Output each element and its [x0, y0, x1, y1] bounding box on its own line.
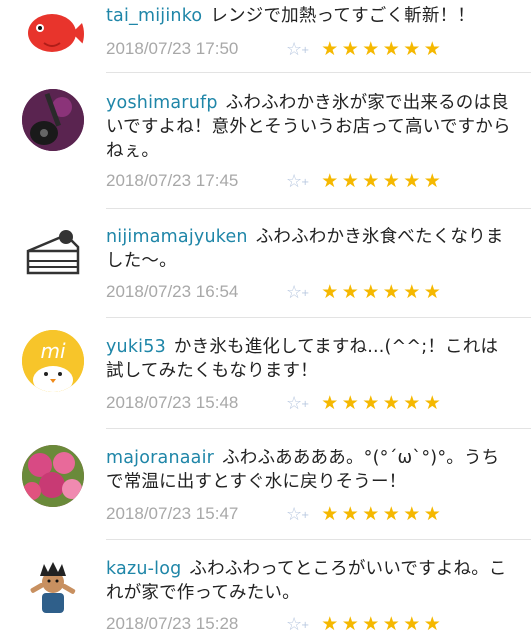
username-link[interactable]: tai_mijinko [106, 6, 202, 26]
star-icon: ★ [341, 392, 359, 414]
comment-text: tai_mijinko レンジで加熱ってすごく斬新！！ [106, 4, 511, 28]
star-icon: ★ [423, 170, 441, 192]
star-icon: ★ [382, 38, 400, 60]
username-link[interactable]: kazu-log [106, 559, 181, 579]
username-link[interactable]: yoshimarufp [106, 93, 218, 113]
mi-chick-avatar[interactable]: mi [22, 330, 84, 392]
star-outline-plus-icon[interactable]: ☆ + [286, 504, 320, 525]
comment-text: yoshimarufp ふわふわかき氷が家で出来るのは良いですよね！意外とそういう… [106, 91, 511, 163]
star-icon: ★ [321, 281, 339, 303]
guitar-avatar[interactable] [22, 89, 84, 151]
comment-meta: 2018/07/23 17:50 ☆ + ★ ★ ★ ★ ★ ★ [106, 37, 442, 61]
star-icon: ★ [423, 38, 441, 60]
comment-item: tai_mijinko レンジで加熱ってすごく斬新！！ 2018/07/23 17… [0, 0, 531, 72]
star-icon: ★ [423, 281, 441, 303]
roses-avatar[interactable] [22, 445, 84, 507]
star-icon: ★ [341, 613, 359, 635]
rating-stars: ★ ★ ★ ★ ★ ★ [320, 38, 442, 60]
star-icon: ★ [403, 281, 421, 303]
star-outline-plus-icon[interactable]: ☆ + [286, 39, 320, 60]
star-icon: ★ [362, 281, 380, 303]
star-icon: ★ [403, 503, 421, 525]
star-icon: ★ [362, 613, 380, 635]
username-link[interactable]: nijimamajyuken [106, 227, 248, 247]
comment-item: majoranaair ふわふああああ。°(°´ω`°)°。うちで常温に出すとすぐ… [0, 429, 531, 539]
star-outline-plus-icon[interactable]: ☆ + [286, 393, 320, 414]
star-icon: ★ [403, 392, 421, 414]
rating-stars: ★ ★ ★ ★ ★ ★ [320, 281, 442, 303]
comment-item: kazu-log ふわふわってところがいいですよね。これが家で作ってみたい。 20… [0, 540, 531, 640]
comment-text: nijimamajyuken ふわふわかき氷食べたくなりました〜。 [106, 225, 511, 273]
comment-meta: 2018/07/23 17:45 ☆ + ★ ★ ★ ★ ★ ★ [106, 169, 442, 193]
red-fish-avatar[interactable] [22, 3, 84, 65]
star-icon: ★ [341, 170, 359, 192]
star-icon: ★ [382, 170, 400, 192]
comment-text: yuki53 かき氷も進化してますね...(^^;！これは試してみたくもなります！ [106, 335, 511, 383]
comment-item: nijimamajyuken ふわふわかき氷食べたくなりました〜。 2018/07… [0, 209, 531, 317]
star-outline-plus-icon[interactable]: ☆ + [286, 614, 320, 635]
star-icon: ★ [423, 392, 441, 414]
star-icon: ★ [362, 38, 380, 60]
rating-stars: ★ ★ ★ ★ ★ ★ [320, 392, 442, 414]
star-icon: ★ [321, 170, 339, 192]
comment-date: 2018/07/23 17:45 [106, 171, 239, 190]
star-icon: ★ [321, 38, 339, 60]
comment-text: majoranaair ふわふああああ。°(°´ω`°)°。うちで常温に出すとすぐ… [106, 446, 511, 494]
rating-stars: ★ ★ ★ ★ ★ ★ [320, 613, 442, 635]
star-icon: ★ [362, 392, 380, 414]
cake-slice-avatar[interactable] [22, 223, 84, 285]
cartoon-man-avatar[interactable] [22, 556, 84, 618]
comment-body: レンジで加熱ってすごく斬新！！ [210, 6, 475, 26]
comment-meta: 2018/07/23 15:28 ☆ + ★ ★ ★ ★ ★ ★ [106, 612, 442, 636]
star-icon: ★ [362, 503, 380, 525]
comment-text: kazu-log ふわふわってところがいいですよね。これが家で作ってみたい。 [106, 557, 511, 605]
star-icon: ★ [341, 38, 359, 60]
username-link[interactable]: majoranaair [106, 448, 214, 468]
star-icon: ★ [382, 503, 400, 525]
star-icon: ★ [362, 170, 380, 192]
comment-meta: 2018/07/23 16:54 ☆ + ★ ★ ★ ★ ★ ★ [106, 280, 442, 304]
rating-stars: ★ ★ ★ ★ ★ ★ [320, 503, 442, 525]
comment-date: 2018/07/23 15:48 [106, 393, 239, 412]
rating-stars: ★ ★ ★ ★ ★ ★ [320, 170, 442, 192]
comment-date: 2018/07/23 17:50 [106, 39, 239, 58]
comment-meta: 2018/07/23 15:48 ☆ + ★ ★ ★ ★ ★ ★ [106, 391, 442, 415]
svg-text:mi: mi [40, 339, 65, 363]
star-icon: ★ [423, 613, 441, 635]
star-icon: ★ [403, 38, 421, 60]
comment-date: 2018/07/23 15:47 [106, 504, 239, 523]
star-icon: ★ [341, 503, 359, 525]
star-icon: ★ [382, 613, 400, 635]
star-icon: ★ [403, 170, 421, 192]
comment-item: yoshimarufp ふわふわかき氷が家で出来るのは良いですよね！意外とそういう… [0, 73, 531, 207]
star-icon: ★ [382, 281, 400, 303]
star-icon: ★ [382, 392, 400, 414]
star-icon: ★ [321, 392, 339, 414]
comment-item: mi yuki53 かき氷も進化してますね...(^^;！これは試してみたくもなり… [0, 318, 531, 428]
username-link[interactable]: yuki53 [106, 337, 166, 357]
star-icon: ★ [321, 503, 339, 525]
star-icon: ★ [403, 613, 421, 635]
star-outline-plus-icon[interactable]: ☆ + [286, 282, 320, 303]
star-icon: ★ [423, 503, 441, 525]
star-icon: ★ [341, 281, 359, 303]
star-icon: ★ [321, 613, 339, 635]
comment-list: tai_mijinko レンジで加熱ってすごく斬新！！ 2018/07/23 17… [0, 0, 531, 640]
comment-meta: 2018/07/23 15:47 ☆ + ★ ★ ★ ★ ★ ★ [106, 502, 442, 526]
star-outline-plus-icon[interactable]: ☆ + [286, 171, 320, 192]
comment-date: 2018/07/23 16:54 [106, 282, 239, 301]
comment-date: 2018/07/23 15:28 [106, 614, 239, 633]
